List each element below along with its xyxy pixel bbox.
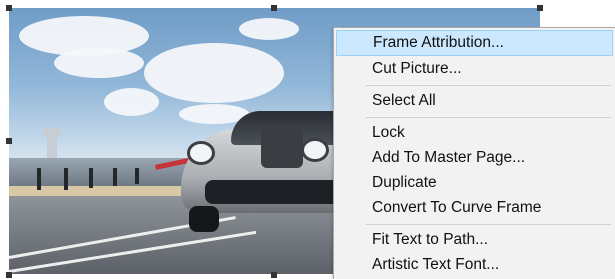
menu-item-select-all[interactable]: Select All: [336, 88, 613, 114]
resize-handle-top-left[interactable]: [6, 5, 12, 11]
cloud: [144, 43, 284, 103]
barrier-post: [113, 168, 117, 186]
barrier-post: [37, 168, 41, 190]
cloud: [54, 48, 144, 78]
context-menu: Frame Attribution... Cut Picture... Sele…: [333, 27, 615, 279]
headlight: [301, 138, 329, 162]
headlight: [187, 141, 215, 165]
resize-handle-bottom-middle[interactable]: [271, 272, 277, 278]
menu-item-cut-picture[interactable]: Cut Picture...: [336, 56, 613, 82]
menu-item-artistic-text-font[interactable]: Artistic Text Font...: [336, 252, 613, 278]
menu-separator: [366, 224, 611, 225]
barrier-post: [89, 168, 93, 188]
cloud: [239, 18, 299, 40]
document-canvas: Frame Attribution... Cut Picture... Sele…: [0, 0, 615, 279]
menu-item-frame-attribution[interactable]: Frame Attribution...: [336, 30, 613, 56]
barrier-post: [64, 168, 68, 190]
barrier-post: [135, 168, 139, 184]
car-stripe: [261, 128, 303, 168]
tower: [43, 128, 61, 136]
menu-item-convert-to-curve-frame[interactable]: Convert To Curve Frame: [336, 195, 613, 221]
resize-handle-top-middle[interactable]: [271, 5, 277, 11]
cloud: [104, 88, 159, 116]
menu-item-duplicate[interactable]: Duplicate: [336, 170, 613, 196]
wheel: [189, 206, 219, 232]
menu-separator: [366, 85, 611, 86]
resize-handle-middle-left[interactable]: [6, 138, 12, 144]
menu-item-fit-text-to-path[interactable]: Fit Text to Path...: [336, 227, 613, 253]
resize-handle-top-right[interactable]: [537, 5, 543, 11]
menu-item-add-to-master-page[interactable]: Add To Master Page...: [336, 145, 613, 171]
resize-handle-bottom-left[interactable]: [6, 272, 12, 278]
menu-item-lock[interactable]: Lock: [336, 120, 613, 146]
menu-separator: [366, 117, 611, 118]
